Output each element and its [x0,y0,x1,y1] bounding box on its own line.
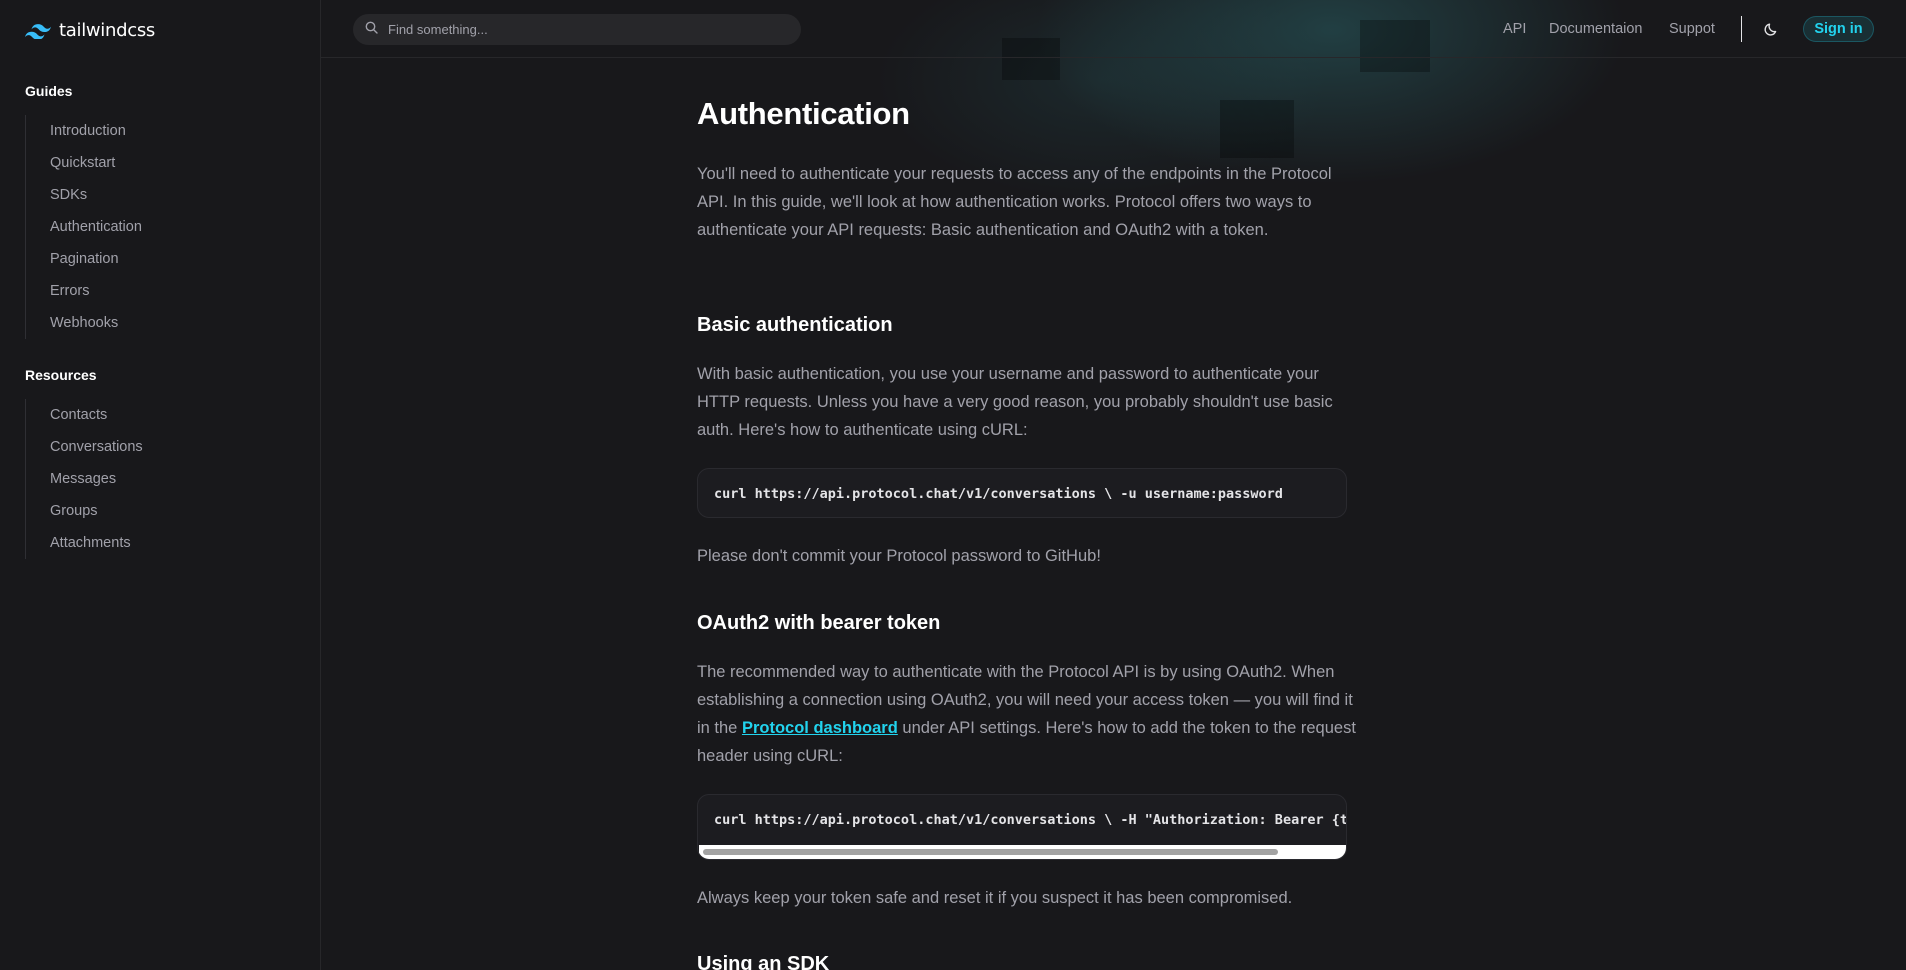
brand-logo[interactable]: tailwindcss [25,20,155,41]
nav-link-api[interactable]: API [1503,21,1526,37]
tailwind-logo-icon [25,23,51,39]
sidebar-item-authentication[interactable]: Authentication [26,211,142,243]
sign-in-button[interactable]: Sign in [1803,16,1874,42]
nav-link-support[interactable]: Suppot [1669,21,1715,37]
nav-group-guides: Guides Introduction Quickstart SDKs Auth… [25,83,142,339]
basic-auth-note: Please don't commit your Protocol passwo… [697,547,1101,565]
sidebar-item-attachments[interactable]: Attachments [26,527,143,559]
sidebar-item-errors[interactable]: Errors [26,275,142,307]
nav-list: Contacts Conversations Messages Groups A… [25,399,143,559]
nav-group-title: Resources [25,367,97,383]
brand-name: tailwindcss [59,20,155,41]
code-horizontal-scrollbar[interactable] [699,845,1346,859]
sidebar: tailwindcss Guides Introduction Quicksta… [0,0,321,970]
sidebar-item-conversations[interactable]: Conversations [26,431,143,463]
basic-auth-heading: Basic authentication [697,314,893,336]
sidebar-item-sdks[interactable]: SDKs [26,179,142,211]
nav-list: Introduction Quickstart SDKs Authenticat… [25,115,142,339]
code-block-basic[interactable]: curl https://api.protocol.chat/v1/conver… [697,468,1347,518]
sidebar-item-webhooks[interactable]: Webhooks [26,307,142,339]
top-nav-api: API [1503,0,1526,58]
oauth-heading: OAuth2 with bearer token [697,612,941,634]
scrollbar-thumb[interactable] [703,849,1278,855]
nav-link-documentation[interactable]: Documentaion [1549,21,1643,37]
sidebar-item-introduction[interactable]: Introduction [26,115,142,147]
top-nav-support: Suppot [1669,0,1715,58]
background-grid-square [1220,100,1294,158]
sidebar-item-quickstart[interactable]: Quickstart [26,147,142,179]
oauth-note: Always keep your token safe and reset it… [697,889,1293,907]
moon-icon [1763,23,1781,42]
protocol-dashboard-link[interactable]: Protocol dashboard [742,719,898,737]
nav-group-title: Guides [25,83,73,99]
top-nav-documentation: Documentaion [1549,0,1643,58]
search-icon [365,21,378,39]
basic-auth-paragraph: With basic authentication, you use your … [697,365,1333,439]
sidebar-item-messages[interactable]: Messages [26,463,143,495]
sidebar-item-pagination[interactable]: Pagination [26,243,142,275]
sdk-heading: Using an SDK [697,953,830,970]
intro-paragraph: You'll need to authenticate your request… [697,165,1332,239]
search-input[interactable] [388,22,768,37]
code-oauth: curl https://api.protocol.chat/v1/conver… [714,812,1347,828]
top-bar-divider [1741,16,1742,42]
sidebar-item-groups[interactable]: Groups [26,495,143,527]
oauth-paragraph: The recommended way to authenticate with… [697,658,1357,770]
page-title: Authentication [697,96,910,131]
search-bar[interactable] [353,14,801,45]
theme-toggle-button[interactable] [1763,20,1781,38]
code-basic: curl https://api.protocol.chat/v1/conver… [714,486,1283,502]
nav-group-resources: Resources Contacts Conversations Message… [25,367,143,559]
sidebar-item-contacts[interactable]: Contacts [26,399,143,431]
code-block-oauth[interactable]: curl https://api.protocol.chat/v1/conver… [697,794,1347,860]
